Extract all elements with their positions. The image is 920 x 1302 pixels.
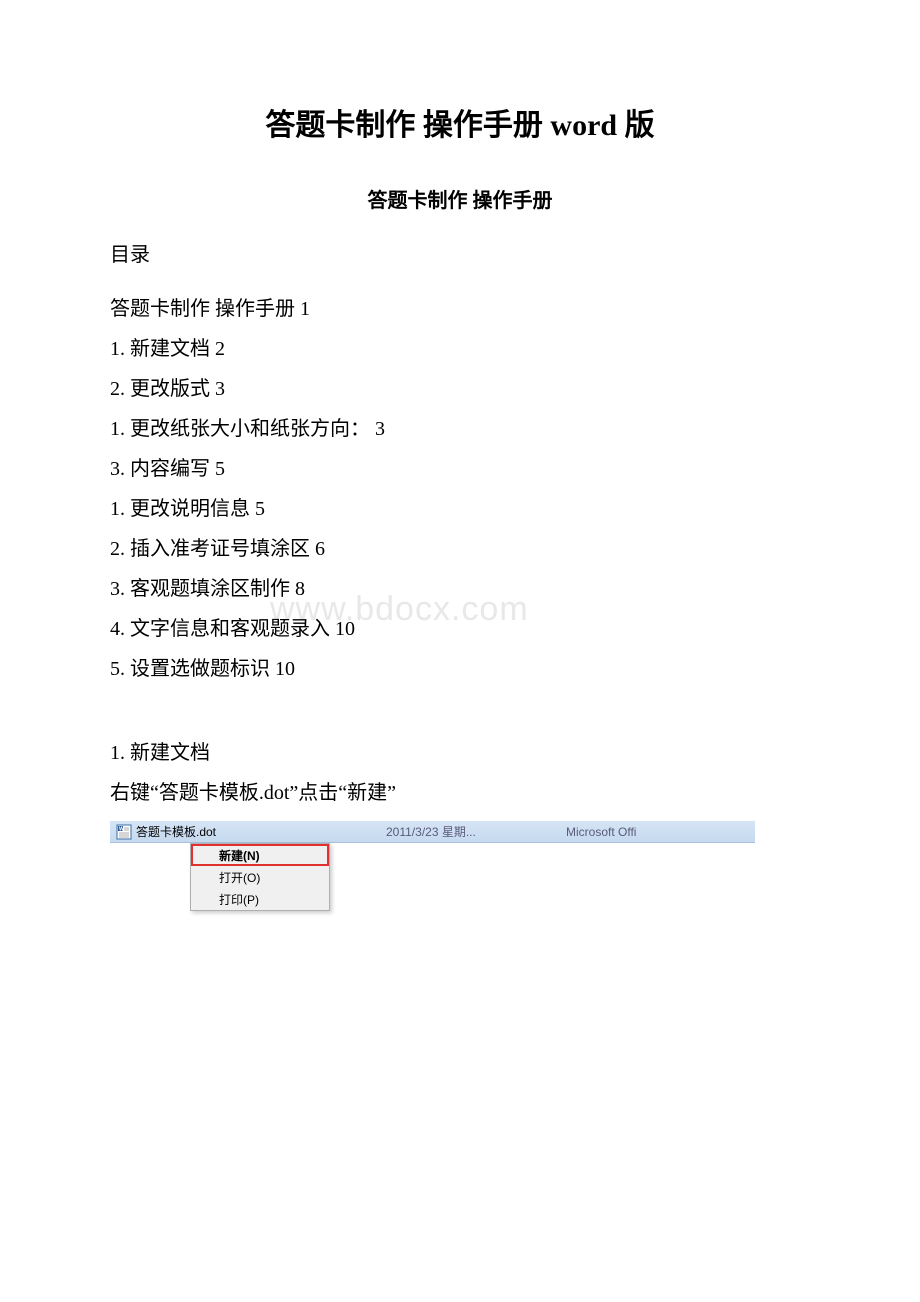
- toc-item: 5. 设置选做题标识 10: [110, 649, 810, 689]
- explorer-screenshot: W 答题卡模板.dot 2011/3/23 星期... Microsoft Of…: [110, 821, 755, 911]
- toc-label: 目录: [110, 237, 810, 273]
- file-type: Microsoft Offi: [546, 825, 755, 839]
- toc-item: 答题卡制作 操作手册 1: [110, 289, 810, 329]
- file-row[interactable]: W 答题卡模板.dot 2011/3/23 星期... Microsoft Of…: [110, 821, 755, 843]
- section-1-text: 右键“答题卡模板.dot”点击“新建”: [110, 773, 810, 813]
- section-1-header: 1. 新建文档: [110, 733, 810, 773]
- page-subtitle: 答题卡制作 操作手册: [110, 184, 810, 213]
- toc-item: 1. 新建文档 2: [110, 329, 810, 369]
- page-title: 答题卡制作 操作手册 word 版: [110, 100, 810, 144]
- toc-item: 2. 更改版式 3: [110, 369, 810, 409]
- word-file-icon: W: [116, 824, 132, 840]
- toc-item: 1. 更改纸张大小和纸张方向： 3: [110, 409, 810, 449]
- toc-item: 4. 文字信息和客观题录入 10: [110, 609, 810, 649]
- context-menu: 新建(N) 打开(O) 打印(P): [190, 843, 330, 911]
- menu-item-print[interactable]: 打印(P): [191, 888, 329, 910]
- file-name: 答题卡模板.dot: [136, 823, 386, 840]
- menu-item-new[interactable]: 新建(N): [191, 844, 329, 866]
- file-date: 2011/3/23 星期...: [386, 823, 546, 840]
- toc-item: 1. 更改说明信息 5: [110, 489, 810, 529]
- svg-text:W: W: [119, 826, 124, 832]
- toc-item: 2. 插入准考证号填涂区 6: [110, 529, 810, 569]
- menu-item-open[interactable]: 打开(O): [191, 866, 329, 888]
- toc-item: 3. 内容编写 5: [110, 449, 810, 489]
- toc-item: 3. 客观题填涂区制作 8: [110, 569, 810, 609]
